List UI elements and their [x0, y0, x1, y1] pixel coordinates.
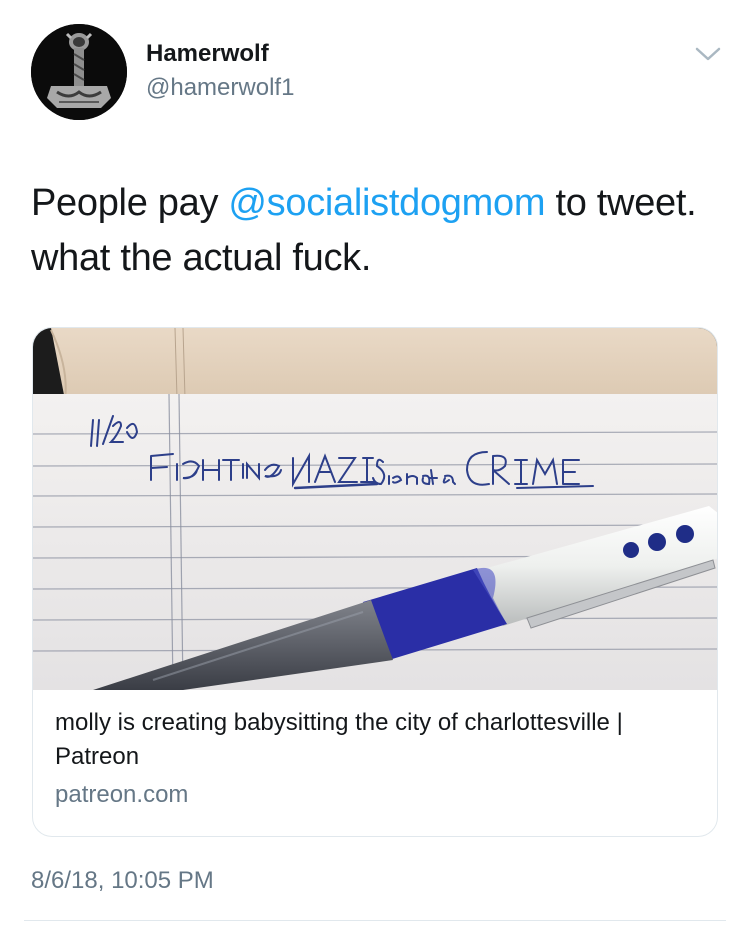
link-card[interactable]: molly is creating babysitting the city o…: [32, 327, 718, 837]
divider: [24, 920, 726, 921]
card-image[interactable]: [33, 328, 717, 690]
card-domain: patreon.com: [55, 781, 189, 808]
timestamp[interactable]: 8/6/18, 10:05 PM: [31, 866, 214, 896]
card-title[interactable]: molly is creating babysitting the city o…: [55, 706, 695, 774]
user-handle[interactable]: @hamerwolf1: [146, 74, 294, 102]
tweet-text: People pay @socialistdogmom to tweet. wh…: [31, 176, 721, 286]
tweet-text-before: People pay: [31, 182, 229, 224]
notepad-pen-photo: [33, 328, 717, 690]
mention-link[interactable]: @socialistdogmom: [228, 182, 545, 224]
display-name[interactable]: Hamerwolf: [146, 40, 269, 68]
avatar[interactable]: [31, 24, 127, 120]
thors-hammer-icon: [31, 24, 127, 120]
tweet: Hamerwolf @hamerwolf1 People pay @social…: [0, 0, 750, 926]
chevron-down-icon[interactable]: [694, 44, 722, 64]
